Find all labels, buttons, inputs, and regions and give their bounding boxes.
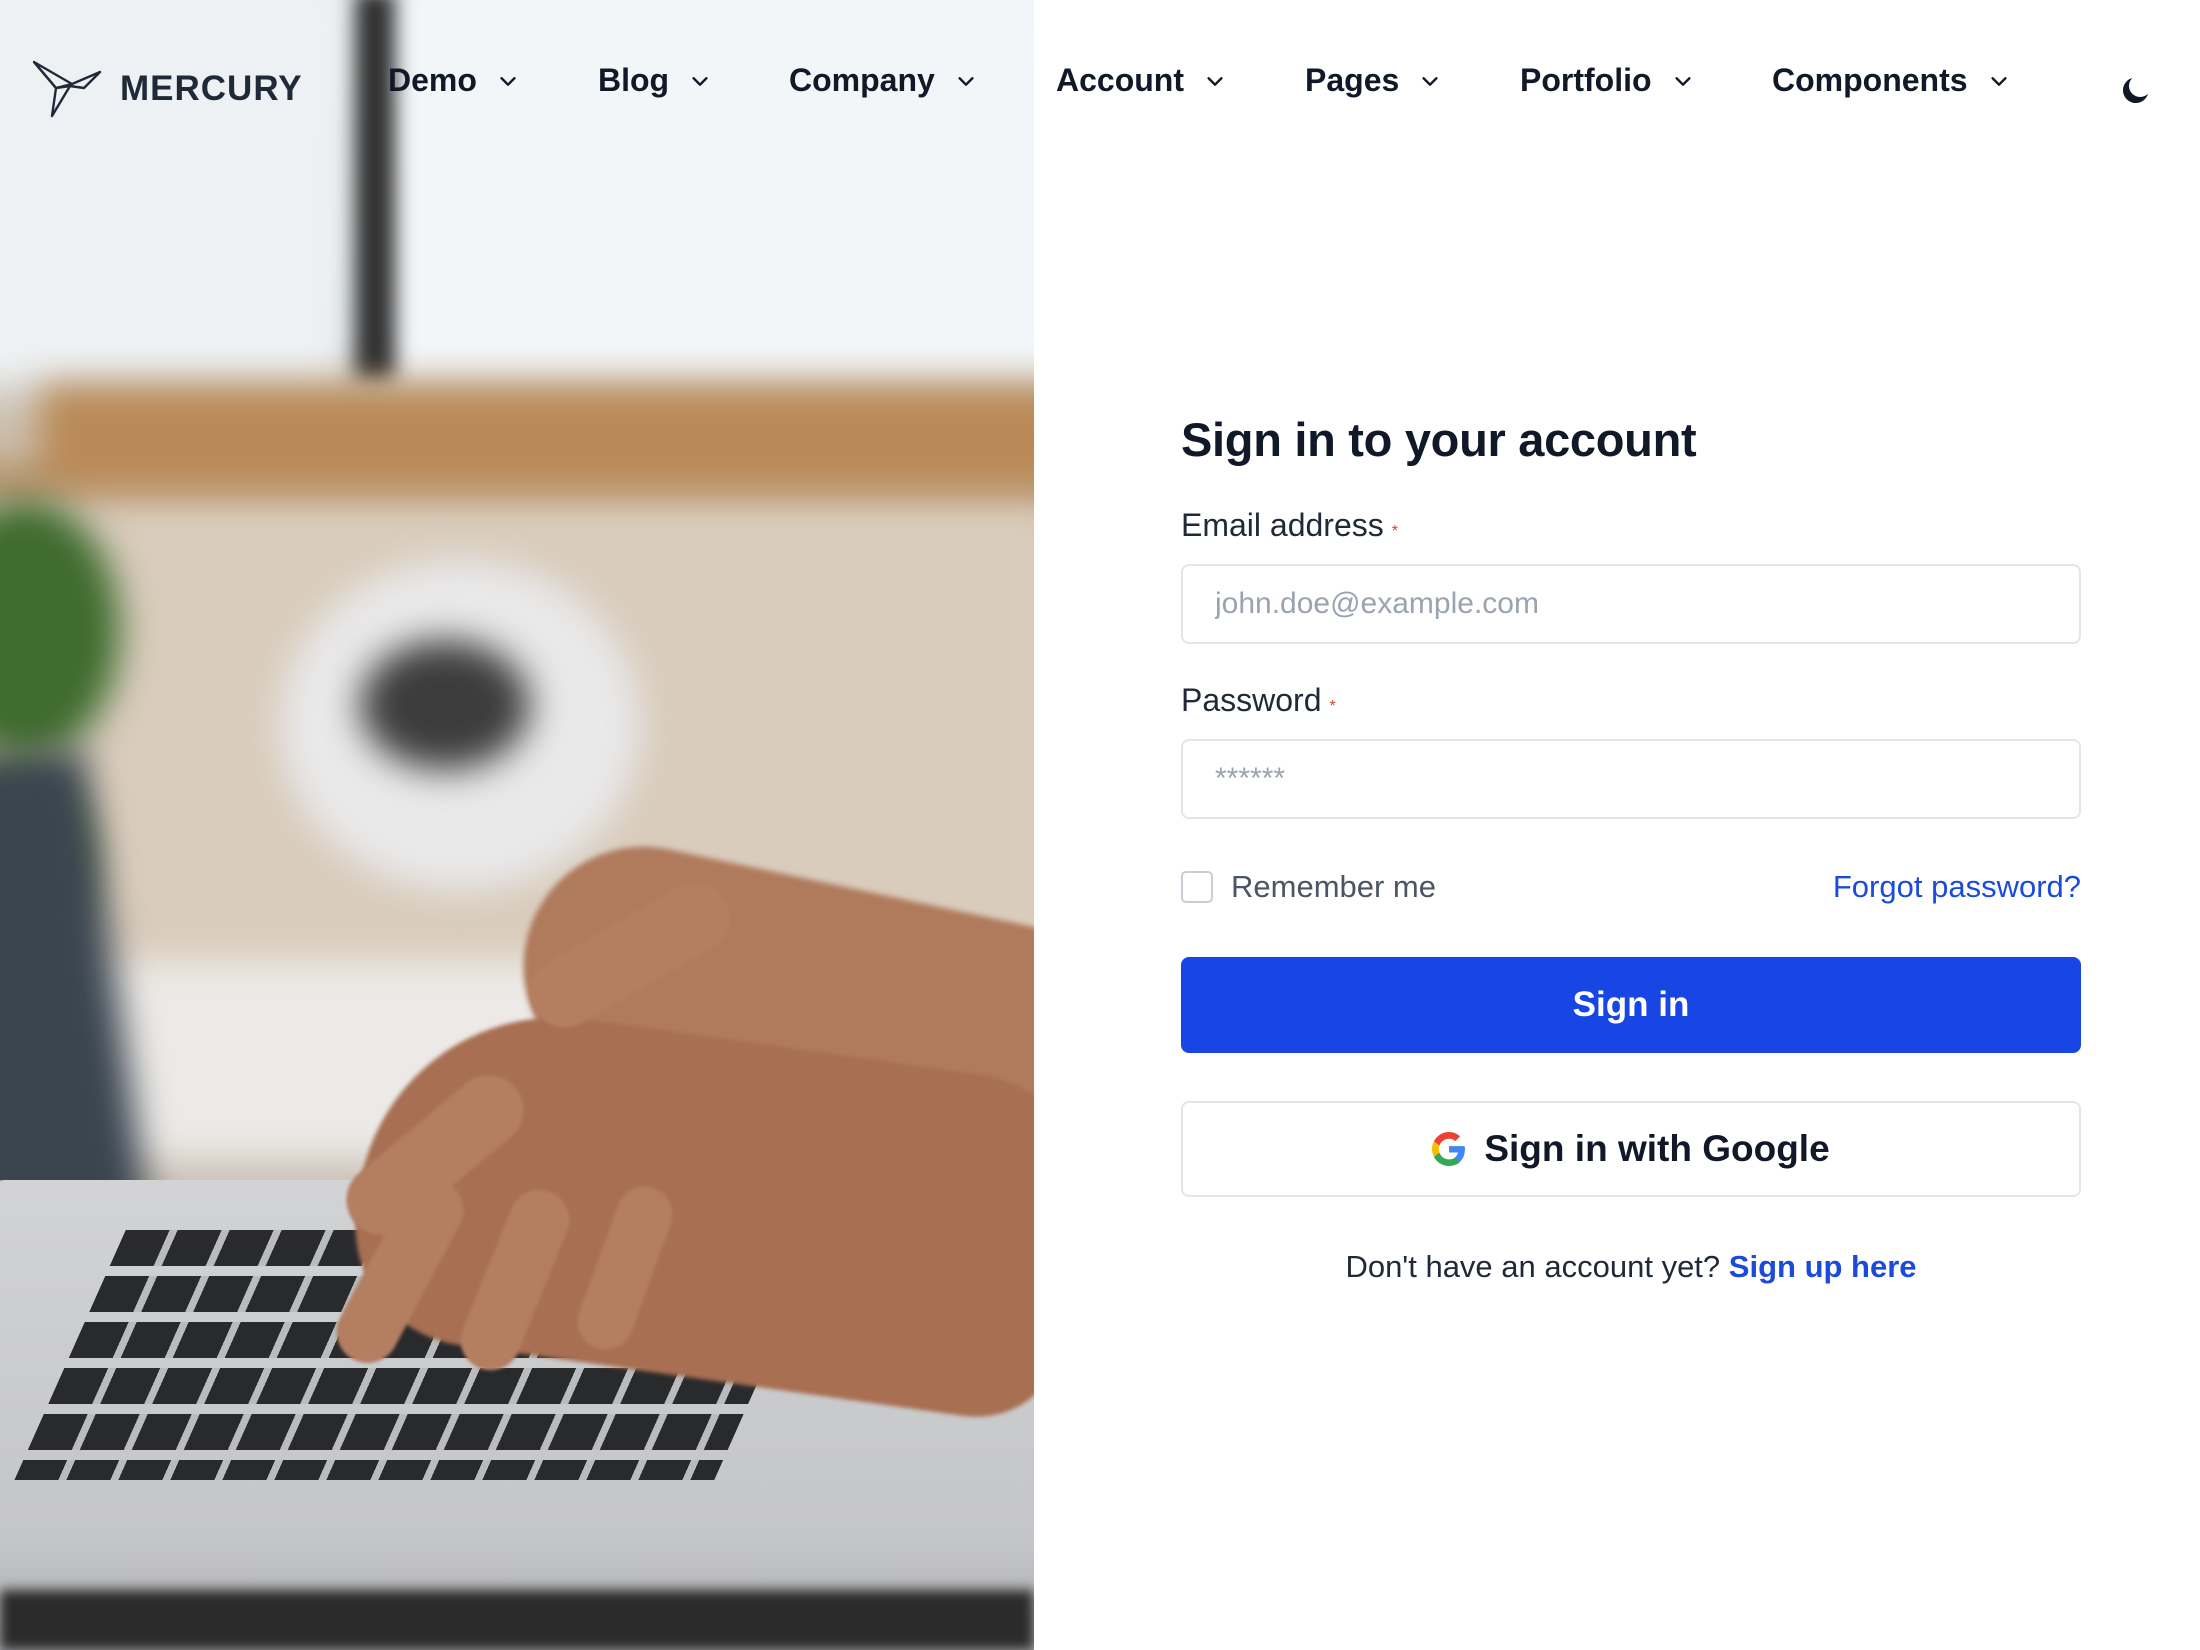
brand-logo-link[interactable]: MERCURY: [32, 58, 303, 120]
chevron-down-icon: [1990, 76, 2007, 86]
chevron-down-icon: [958, 76, 974, 86]
remember-row: Remember me Forgot password?: [1181, 869, 2081, 905]
required-mark: *: [1329, 698, 1336, 715]
password-input[interactable]: [1181, 739, 2081, 819]
nav-item-pages[interactable]: Pages: [1305, 62, 1441, 99]
chevron-down-icon: [692, 76, 708, 86]
nav-item-demo[interactable]: Demo: [388, 62, 519, 99]
nav-item-company[interactable]: Company: [789, 62, 977, 99]
email-label-row: Email address *: [1181, 507, 2081, 544]
hero-photo-typing-laptop: [0, 0, 1034, 1650]
page-title: Sign in to your account: [1181, 413, 1697, 466]
nav-item-label: Demo: [388, 62, 477, 98]
google-icon: [1432, 1132, 1466, 1166]
email-input[interactable]: [1181, 564, 2081, 644]
brand-name: MERCURY: [120, 69, 303, 108]
chevron-down-icon: [500, 76, 516, 86]
signin-form: Sign in to your account Email address * P…: [1181, 412, 2081, 1285]
nav-item-label: Pages: [1305, 62, 1400, 98]
email-label: Email address: [1181, 507, 1384, 543]
nav-item-label: Account: [1056, 62, 1184, 98]
remember-me-checkbox[interactable]: [1181, 871, 1213, 903]
origami-bird-icon: [32, 60, 102, 118]
google-sign-in-button[interactable]: Sign in with Google: [1181, 1101, 2081, 1197]
remember-me-label: Remember me: [1231, 869, 1436, 904]
nav-item-label: Components: [1772, 62, 1968, 98]
nav-item-components[interactable]: Components: [1772, 62, 2010, 99]
nav-item-label: Company: [789, 62, 935, 98]
nav-item-account[interactable]: Account: [1056, 62, 1226, 99]
password-label-row: Password *: [1181, 682, 2081, 719]
remember-me-toggle[interactable]: Remember me: [1181, 869, 1436, 905]
google-sign-in-label: Sign in with Google: [1484, 1128, 1830, 1169]
chevron-down-icon: [1674, 76, 1691, 86]
sign-in-button[interactable]: Sign in: [1181, 957, 2081, 1053]
required-mark: *: [1391, 523, 1398, 540]
chevron-down-icon: [1422, 76, 1438, 86]
nav-item-blog[interactable]: Blog: [598, 62, 711, 99]
password-label: Password: [1181, 682, 1322, 718]
chevron-down-icon: [1207, 76, 1223, 86]
nav-item-label: Portfolio: [1520, 62, 1652, 98]
nav-item-portfolio[interactable]: Portfolio: [1520, 62, 1694, 99]
signup-prompt-text: Don't have an account yet?: [1345, 1249, 1721, 1284]
forgot-password-link[interactable]: Forgot password?: [1833, 869, 2081, 905]
signup-prompt: Don't have an account yet? Sign up here: [1181, 1249, 2081, 1285]
sign-up-link[interactable]: Sign up here: [1729, 1249, 1917, 1284]
top-navbar: MERCURY Demo Blog Company Account Pages …: [0, 0, 2200, 180]
moon-icon[interactable]: [2118, 72, 2154, 108]
nav-item-label: Blog: [598, 62, 670, 98]
